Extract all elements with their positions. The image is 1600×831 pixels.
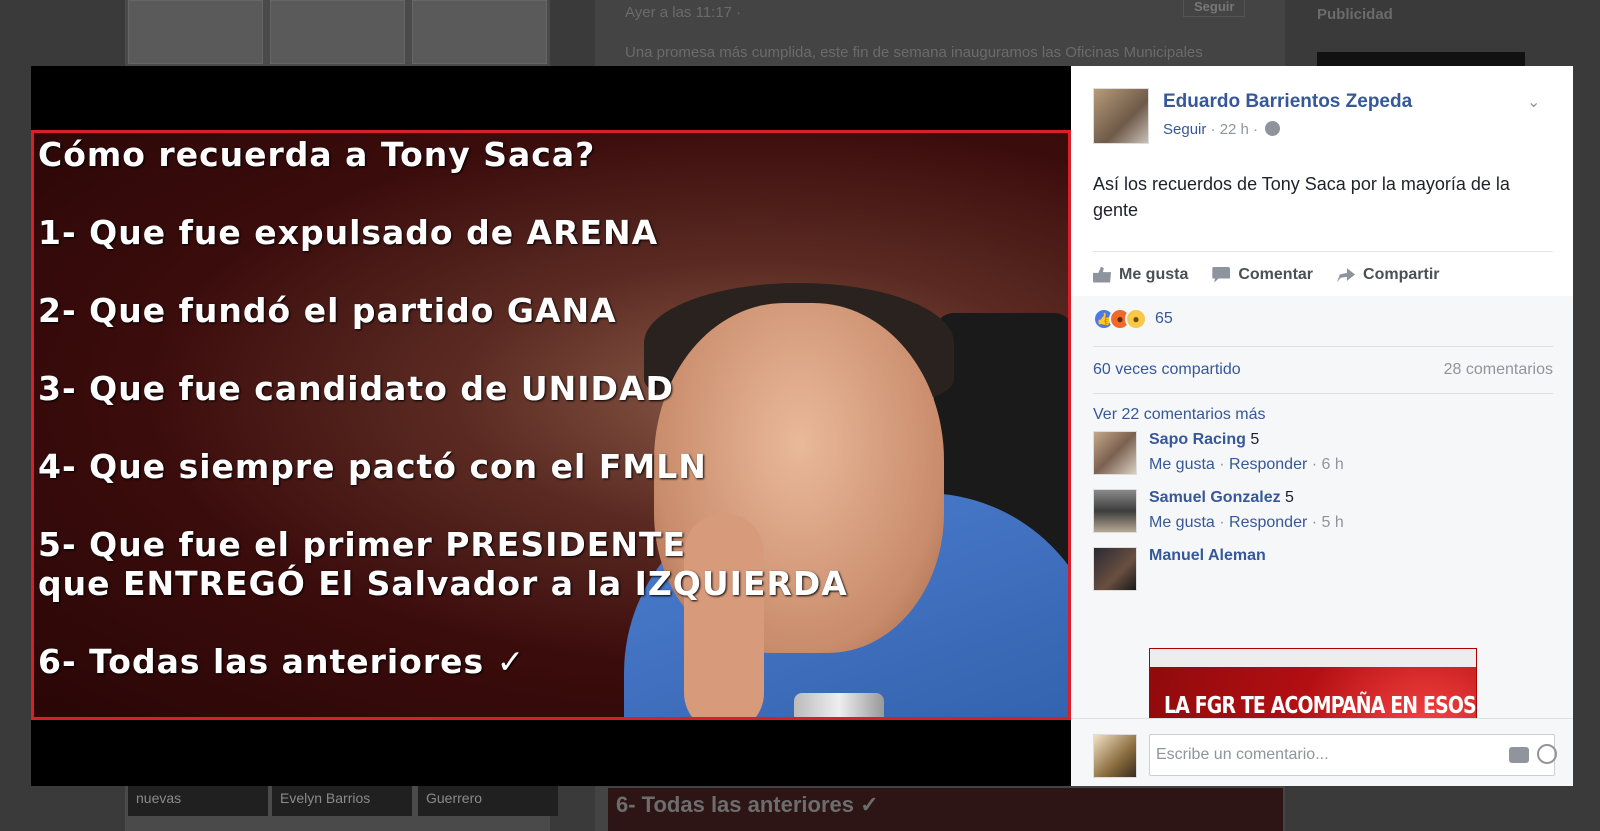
commenter-name-link[interactable]: Samuel Gonzalez [1149,489,1281,506]
bg-follow-button: Seguir [1183,0,1246,17]
author-name[interactable]: Eduardo Barrientos Zepeda [1163,91,1412,113]
photo-line-6: 6- Todas las anteriores ✓ [38,642,526,681]
bg-tag-2: Evelyn Barrios [272,786,412,816]
commenter-avatar[interactable] [1093,547,1137,591]
photo-line-1: 1- Que fue expulsado de ARENA [38,213,659,252]
comment-item: Sapo Racing 5 Me gusta · Responder · 6 h [1093,431,1553,483]
bg-thumb-2 [270,0,405,64]
comment-reply-link[interactable]: Responder [1229,456,1307,473]
bg-post-snippet: Una promesa más cumplida, este fin de se… [625,44,1203,61]
photo-viewer[interactable]: Cómo recuerda a Tony Saca? 1- Que fue ex… [31,66,1071,786]
emoji-icon[interactable] [1537,744,1557,764]
commenter-name: Sapo Racing 5 [1149,431,1259,449]
post-photo[interactable]: Cómo recuerda a Tony Saca? 1- Que fue ex… [31,130,1071,720]
bg-timestamp: Ayer a las 11:17 · [625,4,742,21]
comment-button[interactable]: Comentar [1212,266,1313,284]
sad-reaction-icon: ● [1125,308,1147,330]
comment-like-link[interactable]: Me gusta [1149,514,1215,531]
photo-line-4: 4- Que siempre pactó con el FMLN [38,447,707,486]
commenter-name-link[interactable]: Manuel Aleman [1149,547,1266,564]
comments-feed: 👍 ● ● 65 60 veces compartido 28 comentar… [1071,296,1573,786]
post-header: Eduardo Barrientos Zepeda Seguir · 22 h … [1071,66,1573,296]
commenter-avatar[interactable] [1093,489,1137,533]
photo-line-2: 2- Que fundó el partido GANA [38,291,617,330]
comment-label: Comentar [1238,265,1314,283]
comment-actions: Me gusta · Responder · 6 h [1149,456,1344,473]
bg-tag-1: nuevas [128,786,268,816]
bg-tag-3: Guerrero [418,786,558,816]
share-button[interactable]: Compartir [1337,266,1439,284]
divider [1093,393,1553,394]
comment-composer [1071,718,1573,786]
bg-ad-box [1317,52,1525,66]
photo-caption-text: Cómo recuerda a Tony Saca? 1- Que fue ex… [38,135,848,717]
like-label: Me gusta [1119,265,1189,283]
share-label: Compartir [1363,265,1440,283]
post-side-panel: Eduardo Barrientos Zepeda Seguir · 22 h … [1071,66,1573,786]
commenter-name: Samuel Gonzalez 5 [1149,489,1294,507]
comments-count[interactable]: 28 comentarios [1444,361,1553,379]
like-button[interactable]: Me gusta [1093,266,1188,284]
photo-line-5: 5- Que fue el primer PRESIDENTE que ENTR… [38,525,848,603]
reaction-count[interactable]: 65 [1155,310,1173,328]
photo-line-3: 3- Que fue candidato de UNIDAD [38,369,674,408]
divider [1093,346,1553,347]
comment-image-band [1150,649,1476,667]
commenter-avatar[interactable] [1093,431,1137,475]
comment-text: 5 [1285,489,1294,506]
bg-thumb-1 [128,0,263,64]
shares-count[interactable]: 60 veces compartido [1093,361,1241,379]
post-text: Así los recuerdos de Tony Saca por la ma… [1093,174,1510,220]
comment-input[interactable] [1149,734,1555,776]
bg-thumb-3 [412,0,547,64]
comment-text: 5 [1250,431,1260,448]
photo-line-title: Cómo recuerda a Tony Saca? [38,135,596,174]
commenter-name-link[interactable]: Sapo Racing [1149,431,1246,448]
comment-item: Samuel Gonzalez 5 Me gusta · Responder ·… [1093,489,1553,541]
comment-actions: Me gusta · Responder · 5 h [1149,514,1344,531]
camera-icon[interactable] [1509,747,1529,763]
follow-link[interactable]: Seguir [1163,121,1206,138]
comment-like-link[interactable]: Me gusta [1149,456,1215,473]
view-more-comments[interactable]: Ver 22 comentarios más [1093,406,1266,424]
bg-ads-label: Publicidad [1317,6,1393,23]
chevron-down-icon[interactable]: ⌄ [1527,92,1540,112]
bg-caption: 6- Todas las anteriores ✓ [608,788,1283,831]
reactions-summary[interactable]: 👍 ● ● 65 [1093,308,1173,330]
post-meta: Seguir · 22 h · [1163,121,1281,138]
comment-time[interactable]: · 6 h [1312,456,1344,473]
post-time[interactable]: · 22 h · [1211,121,1259,138]
current-user-avatar [1093,734,1137,778]
globe-icon [1265,121,1281,136]
post-actions: Me gusta Comentar Compartir [1093,251,1553,297]
comment-icon [1212,266,1231,283]
comment-time[interactable]: · 5 h [1312,514,1344,531]
share-icon [1337,268,1356,283]
author-avatar[interactable] [1093,88,1149,144]
comment-reply-link[interactable]: Responder [1229,514,1307,531]
commenter-name: Manuel Aleman [1149,547,1266,565]
like-icon [1093,266,1111,283]
